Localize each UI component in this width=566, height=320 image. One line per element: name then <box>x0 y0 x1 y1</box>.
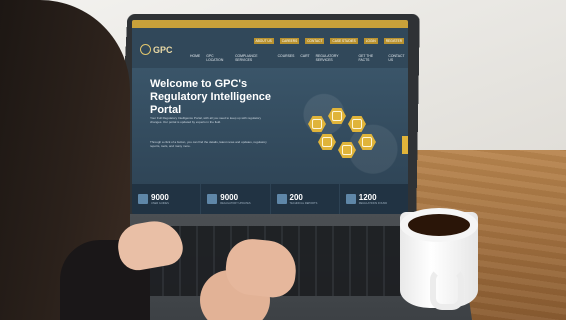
top-link[interactable]: ABOUT US <box>253 38 274 44</box>
chart-icon <box>207 194 218 204</box>
hero-title: Welcome to GPC's Regulatory Intelligence… <box>150 78 272 116</box>
site-navbar: GPC ABOUT US CAREERS CONTACT CASE STUDIE… <box>132 28 408 68</box>
nav-link[interactable]: GET THE FACTS <box>359 54 383 62</box>
hero-paragraph: Your Full Regulatory Intelligence Portal… <box>150 116 261 124</box>
logo-circle-icon <box>140 44 151 55</box>
stat-number: 1200 <box>358 192 377 202</box>
gold-top-strip <box>132 20 408 28</box>
stat-item: 9000 REGULATORY UPDATES <box>201 184 271 214</box>
side-feedback-tab[interactable] <box>402 136 408 154</box>
hero-paragraph-2: Through a click of a button, you can fin… <box>150 140 267 148</box>
hero-section: Welcome to GPC's Regulatory Intelligence… <box>132 68 408 184</box>
top-link[interactable]: CONTACT <box>305 38 325 44</box>
top-links: ABOUT US CAREERS CONTACT CASE STUDIES LO… <box>253 38 404 44</box>
nav-link[interactable]: REGULATORY SERVICES <box>316 54 353 62</box>
nav-link[interactable]: GPC LOCATION <box>206 54 229 62</box>
stat-item: 9000 USER GUIDES <box>132 184 202 214</box>
main-nav: HOME GPC LOCATION COMPLIANCE SERVICES CO… <box>190 54 408 62</box>
logo-text: GPC <box>153 44 173 55</box>
nav-link[interactable]: CONTACT US <box>388 54 408 62</box>
stat-number: 9000 <box>220 192 239 202</box>
stat-number: 200 <box>289 192 303 202</box>
stat-item: 200 TECHNICAL REPORTS <box>271 184 340 214</box>
nav-link[interactable]: HOME <box>190 54 200 62</box>
users-icon <box>138 194 148 204</box>
stats-bar: 9000 USER GUIDES 9000 REGULATORY UPDATES… <box>132 184 408 214</box>
nav-link[interactable]: COURSES <box>278 54 295 62</box>
stat-label: REGULATIONS FOUND <box>358 201 388 205</box>
nav-link[interactable]: CART <box>300 54 309 62</box>
top-link[interactable]: REGISTER <box>383 38 404 44</box>
stat-item: 1200 REGULATIONS FOUND <box>340 184 408 214</box>
top-link[interactable]: CASE STUDIES <box>330 38 358 44</box>
laptop-screen: GPC ABOUT US CAREERS CONTACT CASE STUDIE… <box>132 20 408 214</box>
gpc-logo[interactable]: GPC <box>140 44 173 55</box>
top-link[interactable]: LOGIN <box>363 38 378 44</box>
regulation-icon <box>345 194 356 204</box>
mug-handle <box>430 268 464 310</box>
stat-label: REGULATORY UPDATES <box>220 201 251 205</box>
photo-scene: GPC ABOUT US CAREERS CONTACT CASE STUDIE… <box>0 0 566 320</box>
nav-link[interactable]: COMPLIANCE SERVICES <box>235 54 272 62</box>
stat-label: USER GUIDES <box>151 201 169 205</box>
document-icon <box>276 194 287 204</box>
top-link[interactable]: CAREERS <box>279 38 300 44</box>
coffee-surface <box>408 214 470 236</box>
stat-label: TECHNICAL REPORTS <box>289 201 318 205</box>
stat-number: 9000 <box>151 192 169 202</box>
